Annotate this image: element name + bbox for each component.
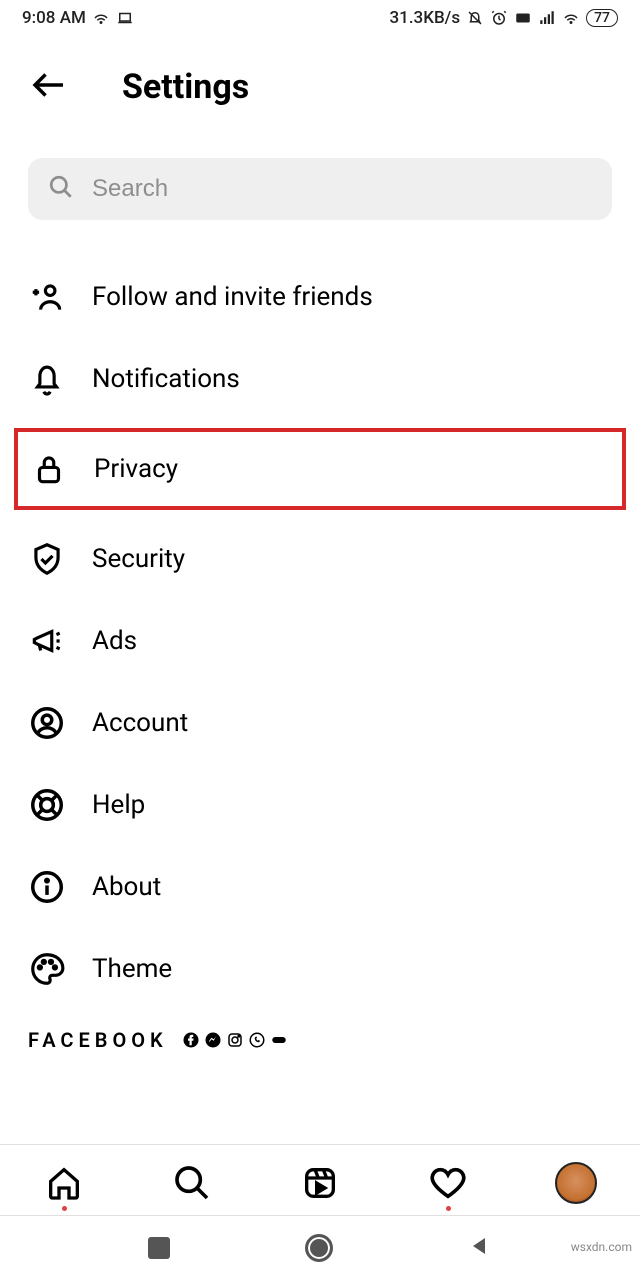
megaphone-icon [28, 622, 66, 660]
help-icon [28, 786, 66, 824]
back-button[interactable] [28, 64, 70, 110]
account-icon [28, 704, 66, 742]
shield-icon [28, 540, 66, 578]
status-right: 31.3KB/s 77 [390, 8, 619, 28]
menu-label: Account [92, 708, 188, 738]
menu-item-notifications[interactable]: Notifications [28, 338, 612, 420]
bell-icon [28, 360, 66, 398]
add-person-icon [28, 278, 66, 316]
menu-item-follow[interactable]: Follow and invite friends [28, 256, 612, 338]
battery-indicator: 77 [586, 9, 618, 27]
facebook-circle-icon [182, 1031, 200, 1049]
search-icon [48, 174, 74, 204]
facebook-text: FACEBOOK [28, 1028, 168, 1052]
status-left: 9:08 AM [22, 8, 134, 28]
nav-home[interactable] [40, 1159, 88, 1207]
status-bar: 9:08 AM 31.3KB/s 77 [0, 0, 640, 36]
search-input[interactable] [92, 175, 592, 203]
status-speed: 31.3KB/s [390, 8, 461, 28]
signal-icon [538, 9, 556, 27]
menu-label: Theme [92, 954, 172, 984]
avatar [555, 1162, 597, 1204]
menu-item-ads[interactable]: Ads [28, 600, 612, 682]
sysnav-back[interactable] [468, 1234, 492, 1262]
messenger-icon [204, 1031, 222, 1049]
wifi-icon-2 [562, 9, 580, 27]
settings-menu: Follow and invite friends Notifications … [0, 256, 640, 1010]
status-time: 9:08 AM [22, 8, 86, 28]
page-title: Settings [122, 67, 249, 107]
menu-item-privacy[interactable]: Privacy [14, 428, 626, 510]
nav-search[interactable] [168, 1159, 216, 1207]
menu-item-about[interactable]: About [28, 846, 612, 928]
system-nav [0, 1216, 640, 1280]
menu-label: Notifications [92, 364, 240, 394]
nav-profile[interactable] [552, 1159, 600, 1207]
wifi-icon [92, 9, 110, 27]
nav-activity[interactable] [424, 1159, 472, 1207]
watermark: wsxdn.com [571, 1240, 632, 1254]
instagram-icon [226, 1031, 244, 1049]
nav-dot [62, 1206, 67, 1211]
search-box[interactable] [28, 158, 612, 220]
menu-label: About [92, 872, 161, 902]
palette-icon [28, 950, 66, 988]
whatsapp-icon [248, 1031, 266, 1049]
volte-icon [514, 9, 532, 27]
lock-icon [30, 450, 68, 488]
menu-label: Ads [92, 626, 137, 656]
menu-item-help[interactable]: Help [28, 764, 612, 846]
oculus-icon [270, 1031, 288, 1049]
menu-item-account[interactable]: Account [28, 682, 612, 764]
menu-label: Security [92, 544, 185, 574]
sysnav-home[interactable] [305, 1234, 333, 1262]
bottom-nav [0, 1144, 640, 1216]
facebook-brand-row: FACEBOOK [0, 1010, 640, 1056]
menu-item-theme[interactable]: Theme [28, 928, 612, 1010]
nav-reels[interactable] [296, 1159, 344, 1207]
brand-icons [182, 1031, 288, 1049]
menu-label: Privacy [94, 454, 178, 484]
settings-header: Settings [0, 36, 640, 130]
info-icon [28, 868, 66, 906]
menu-label: Help [92, 790, 145, 820]
menu-item-security[interactable]: Security [28, 518, 612, 600]
nav-dot [446, 1206, 451, 1211]
menu-label: Follow and invite friends [92, 282, 373, 312]
alarm-icon [490, 9, 508, 27]
sysnav-recents[interactable] [148, 1237, 170, 1259]
laptop-icon [116, 9, 134, 27]
bell-muted-icon [466, 9, 484, 27]
